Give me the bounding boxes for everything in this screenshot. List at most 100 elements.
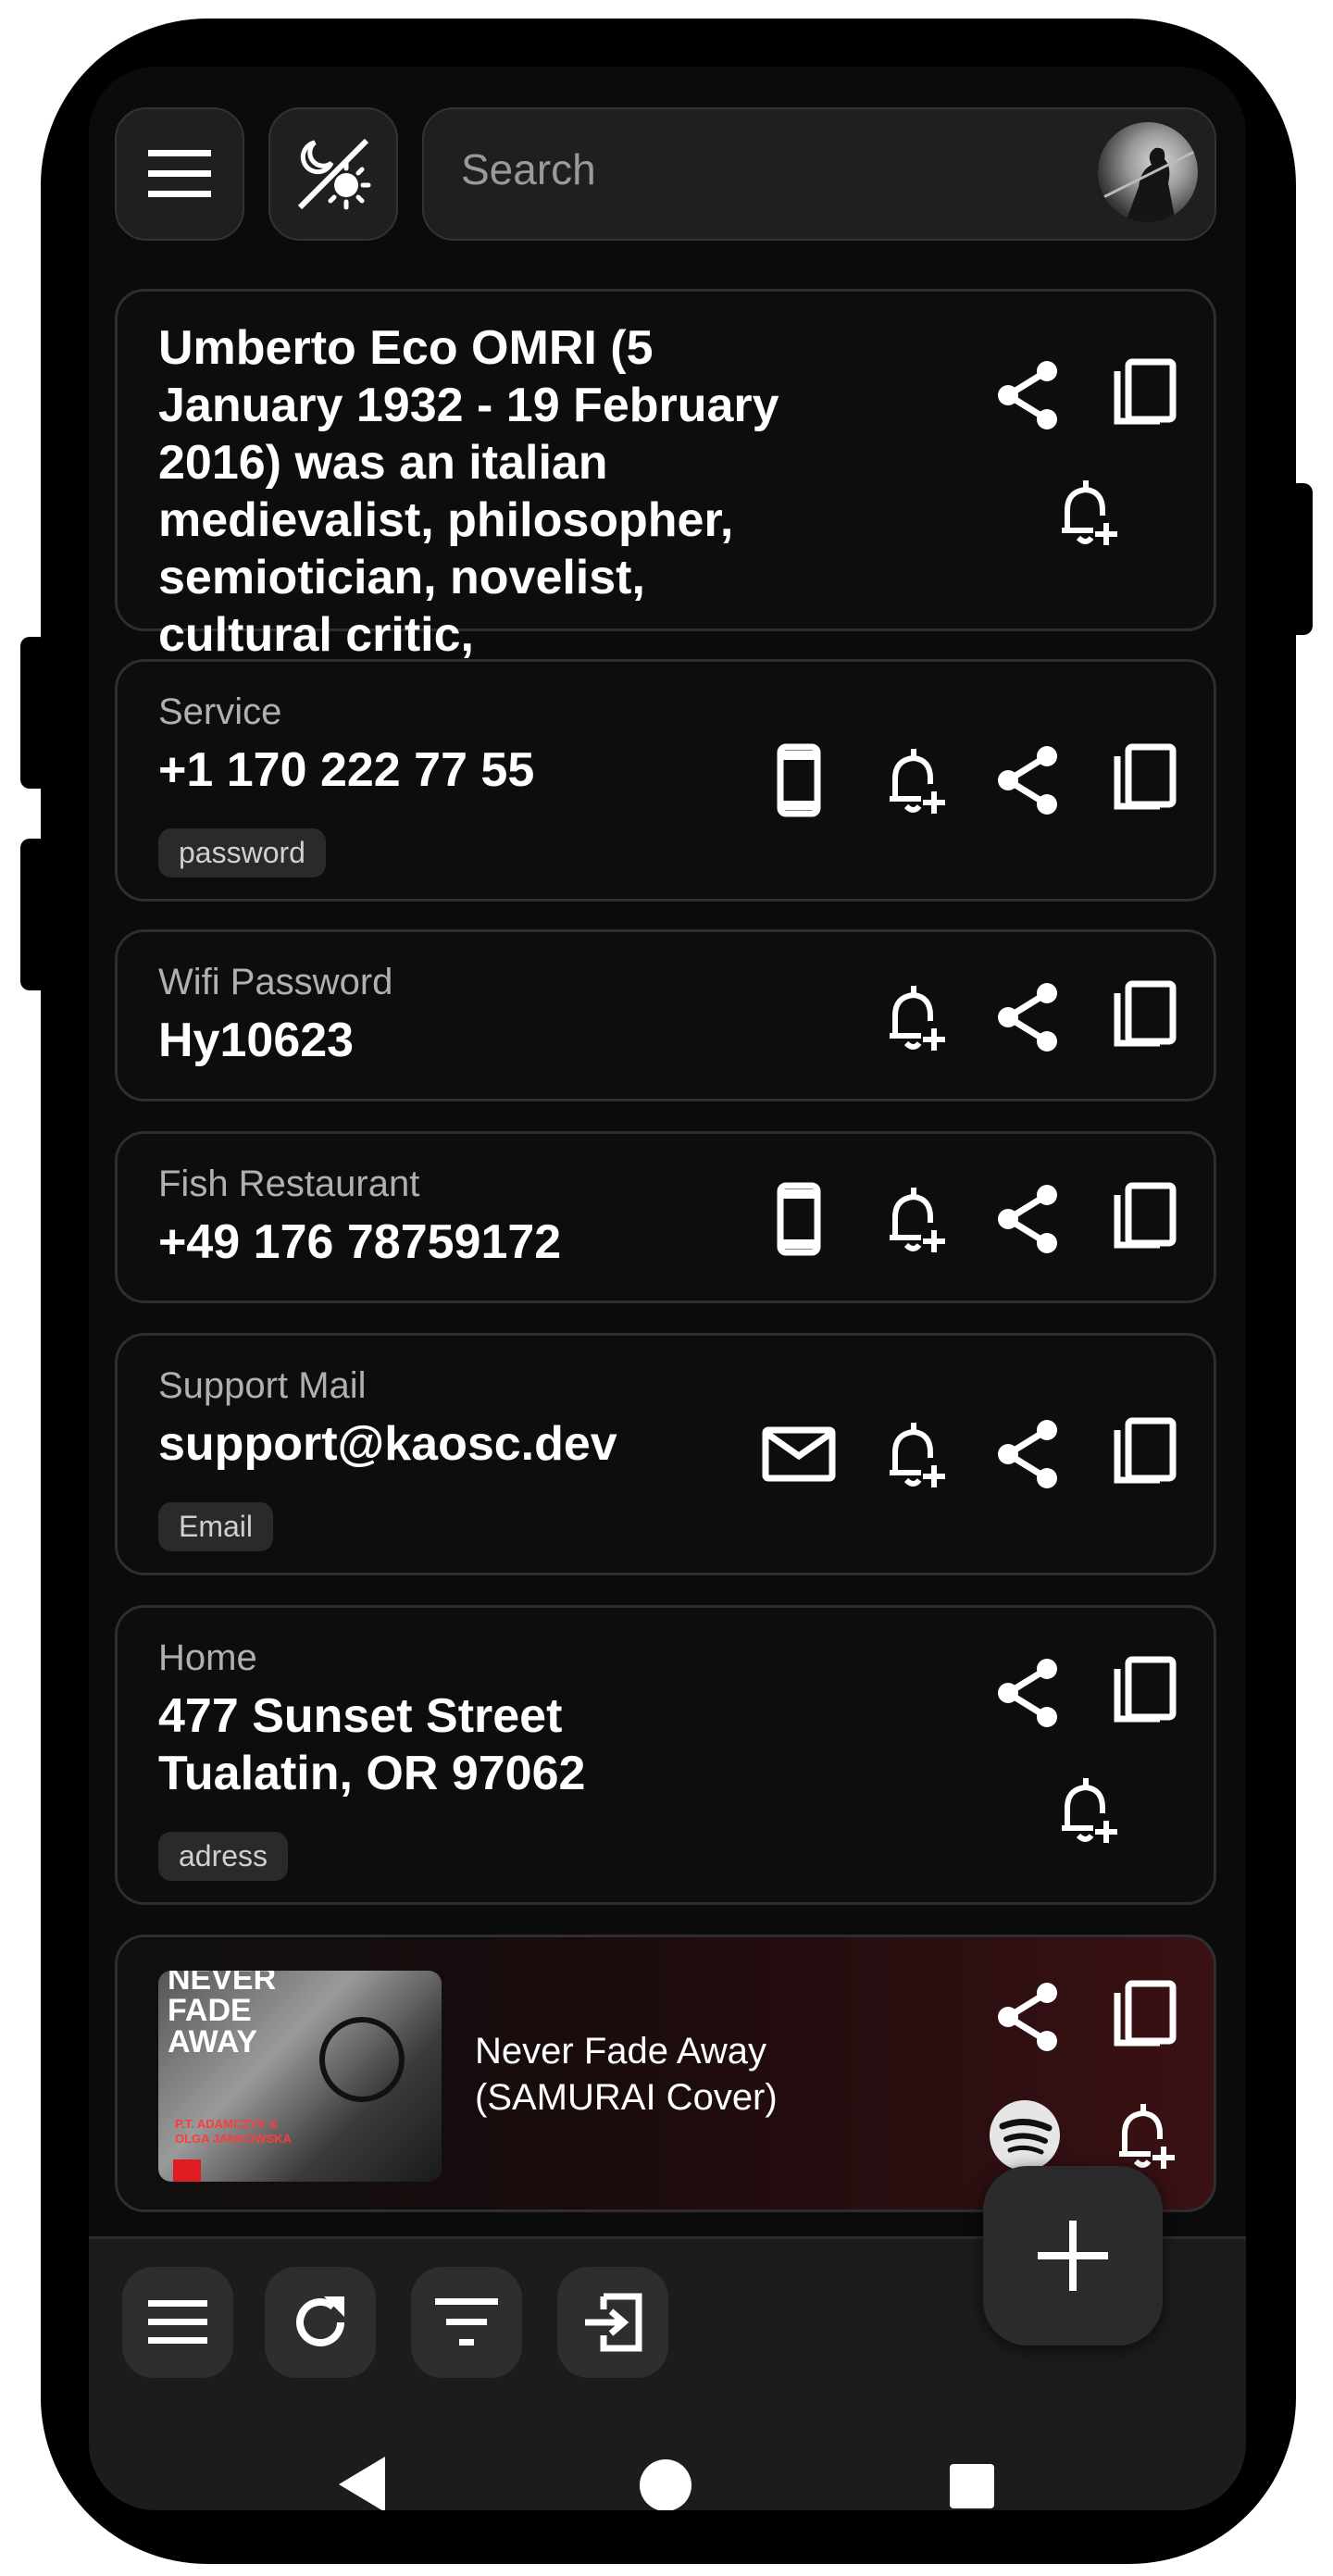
menu-button[interactable]	[115, 107, 244, 241]
copy-button[interactable]	[1104, 1978, 1182, 2056]
phone-icon	[777, 1182, 821, 1256]
copy-icon	[1114, 743, 1177, 810]
reminder-button[interactable]	[875, 1415, 953, 1493]
add-entry-button[interactable]	[983, 2166, 1163, 2346]
share-icon	[998, 983, 1057, 1052]
copy-icon	[1114, 358, 1177, 425]
share-button[interactable]	[990, 1654, 1067, 1732]
share-button[interactable]	[990, 356, 1067, 434]
copy-icon	[1114, 980, 1177, 1047]
reminder-button[interactable]	[1104, 2097, 1182, 2174]
share-icon	[998, 1983, 1057, 2051]
nav-back-button[interactable]	[335, 2455, 387, 2510]
nav-recents-button[interactable]	[950, 2464, 994, 2510]
open-spotify-button[interactable]	[986, 2097, 1064, 2174]
phone-icon	[777, 743, 821, 817]
service-card[interactable]: Service +1 170 222 77 55 password	[115, 659, 1216, 902]
share-button[interactable]	[990, 1415, 1067, 1493]
volume-up-button	[20, 637, 48, 789]
home-icon	[640, 2459, 691, 2510]
card-label: Fish Restaurant	[158, 1164, 420, 1204]
album-logo	[173, 2159, 201, 2182]
mail-icon	[762, 1426, 836, 1482]
call-button[interactable]	[760, 1180, 838, 1258]
tag-chip: password	[158, 828, 326, 877]
theme-toggle-button[interactable]	[268, 107, 398, 241]
card-value: 477 Sunset Street Tualatin, OR 97062	[158, 1689, 586, 1800]
share-icon	[998, 1185, 1057, 1253]
bell-plus-icon	[1062, 1778, 1117, 1843]
copy-button[interactable]	[1104, 741, 1182, 819]
note-text: Umberto Eco OMRI (5 January 1932 - 19 Fe…	[158, 321, 779, 662]
plus-icon	[1038, 2221, 1108, 2291]
card-value: +49 176 78759172	[158, 1215, 562, 1269]
search-bar[interactable]: Search	[422, 107, 1216, 241]
volume-down-button	[20, 839, 48, 990]
menu-icon	[148, 150, 211, 197]
copy-icon	[1114, 1980, 1177, 2047]
spotify-icon	[990, 2100, 1060, 2171]
tag-chip: adress	[158, 1832, 289, 1881]
card-value: support@kaosc.dev	[158, 1417, 617, 1471]
card-value: +1 170 222 77 55	[158, 743, 535, 797]
album-ring	[319, 2017, 405, 2102]
copy-icon	[1114, 1417, 1177, 1484]
card-label: Support Mail	[158, 1365, 367, 1406]
reminder-button[interactable]	[875, 1180, 953, 1258]
login-icon	[585, 2293, 642, 2352]
copy-button[interactable]	[1104, 1654, 1182, 1732]
share-button[interactable]	[990, 1180, 1067, 1258]
copy-button[interactable]	[1104, 1415, 1182, 1493]
bell-plus-icon	[890, 1423, 945, 1487]
song-title: Never Fade Away (SAMURAI Cover)	[475, 2031, 778, 2118]
import-button[interactable]	[557, 2267, 668, 2378]
card-label: Home	[158, 1637, 257, 1678]
share-button[interactable]	[990, 978, 1067, 1056]
reminder-button[interactable]	[1047, 1771, 1125, 1848]
share-icon	[998, 1659, 1057, 1727]
bell-plus-icon	[890, 749, 945, 814]
card-value: Hy10623	[158, 1014, 355, 1067]
copy-button[interactable]	[1104, 978, 1182, 1056]
bell-plus-icon	[1119, 2104, 1175, 2169]
copy-icon	[1114, 1656, 1177, 1723]
mail-card[interactable]: Support Mail support@kaosc.dev Email	[115, 1333, 1216, 1575]
reminder-button[interactable]	[875, 741, 953, 819]
recents-icon	[950, 2464, 994, 2508]
share-icon	[998, 746, 1057, 815]
reminder-button[interactable]	[1047, 473, 1125, 551]
album-art: NEVER FADE AWAY P.T. ADAMCZYK & OLGA JAN…	[158, 1971, 442, 2182]
share-button[interactable]	[990, 741, 1067, 819]
wifi-card[interactable]: Wifi Password Hy10623	[115, 929, 1216, 1101]
filter-icon	[435, 2298, 498, 2346]
nav-home-button[interactable]	[639, 2458, 692, 2510]
card-label: Service	[158, 691, 282, 732]
search-input[interactable]: Search	[461, 144, 596, 194]
bell-plus-icon	[890, 1188, 945, 1252]
bell-plus-icon	[1062, 480, 1117, 545]
share-button[interactable]	[990, 1978, 1067, 2056]
app-screen: Search Umberto Eco OMRI (5 January 1932 …	[89, 67, 1246, 2510]
send-mail-button[interactable]	[760, 1415, 838, 1493]
share-icon	[998, 361, 1057, 429]
copy-button[interactable]	[1104, 1180, 1182, 1258]
avatar[interactable]	[1098, 122, 1198, 222]
power-button	[1289, 483, 1313, 635]
copy-icon	[1114, 1182, 1177, 1249]
back-icon	[339, 2457, 385, 2510]
note-card[interactable]: Umberto Eco OMRI (5 January 1932 - 19 Fe…	[115, 289, 1216, 662]
reminder-button[interactable]	[875, 978, 953, 1056]
bottom-menu-button[interactable]	[122, 2267, 233, 2378]
bell-plus-icon	[890, 986, 945, 1051]
tag-chip: Email	[158, 1502, 274, 1551]
refresh-icon	[296, 2296, 344, 2346]
share-icon	[998, 1420, 1057, 1488]
call-button[interactable]	[760, 741, 838, 819]
refresh-button[interactable]	[265, 2267, 376, 2378]
address-card[interactable]: Home 477 Sunset Street Tualatin, OR 9706…	[115, 1605, 1216, 1905]
theme-toggle-icon	[297, 138, 371, 210]
restaurant-card[interactable]: Fish Restaurant +49 176 78759172	[115, 1131, 1216, 1303]
copy-button[interactable]	[1104, 356, 1182, 434]
menu-icon	[148, 2300, 207, 2344]
filter-button[interactable]	[411, 2267, 522, 2378]
